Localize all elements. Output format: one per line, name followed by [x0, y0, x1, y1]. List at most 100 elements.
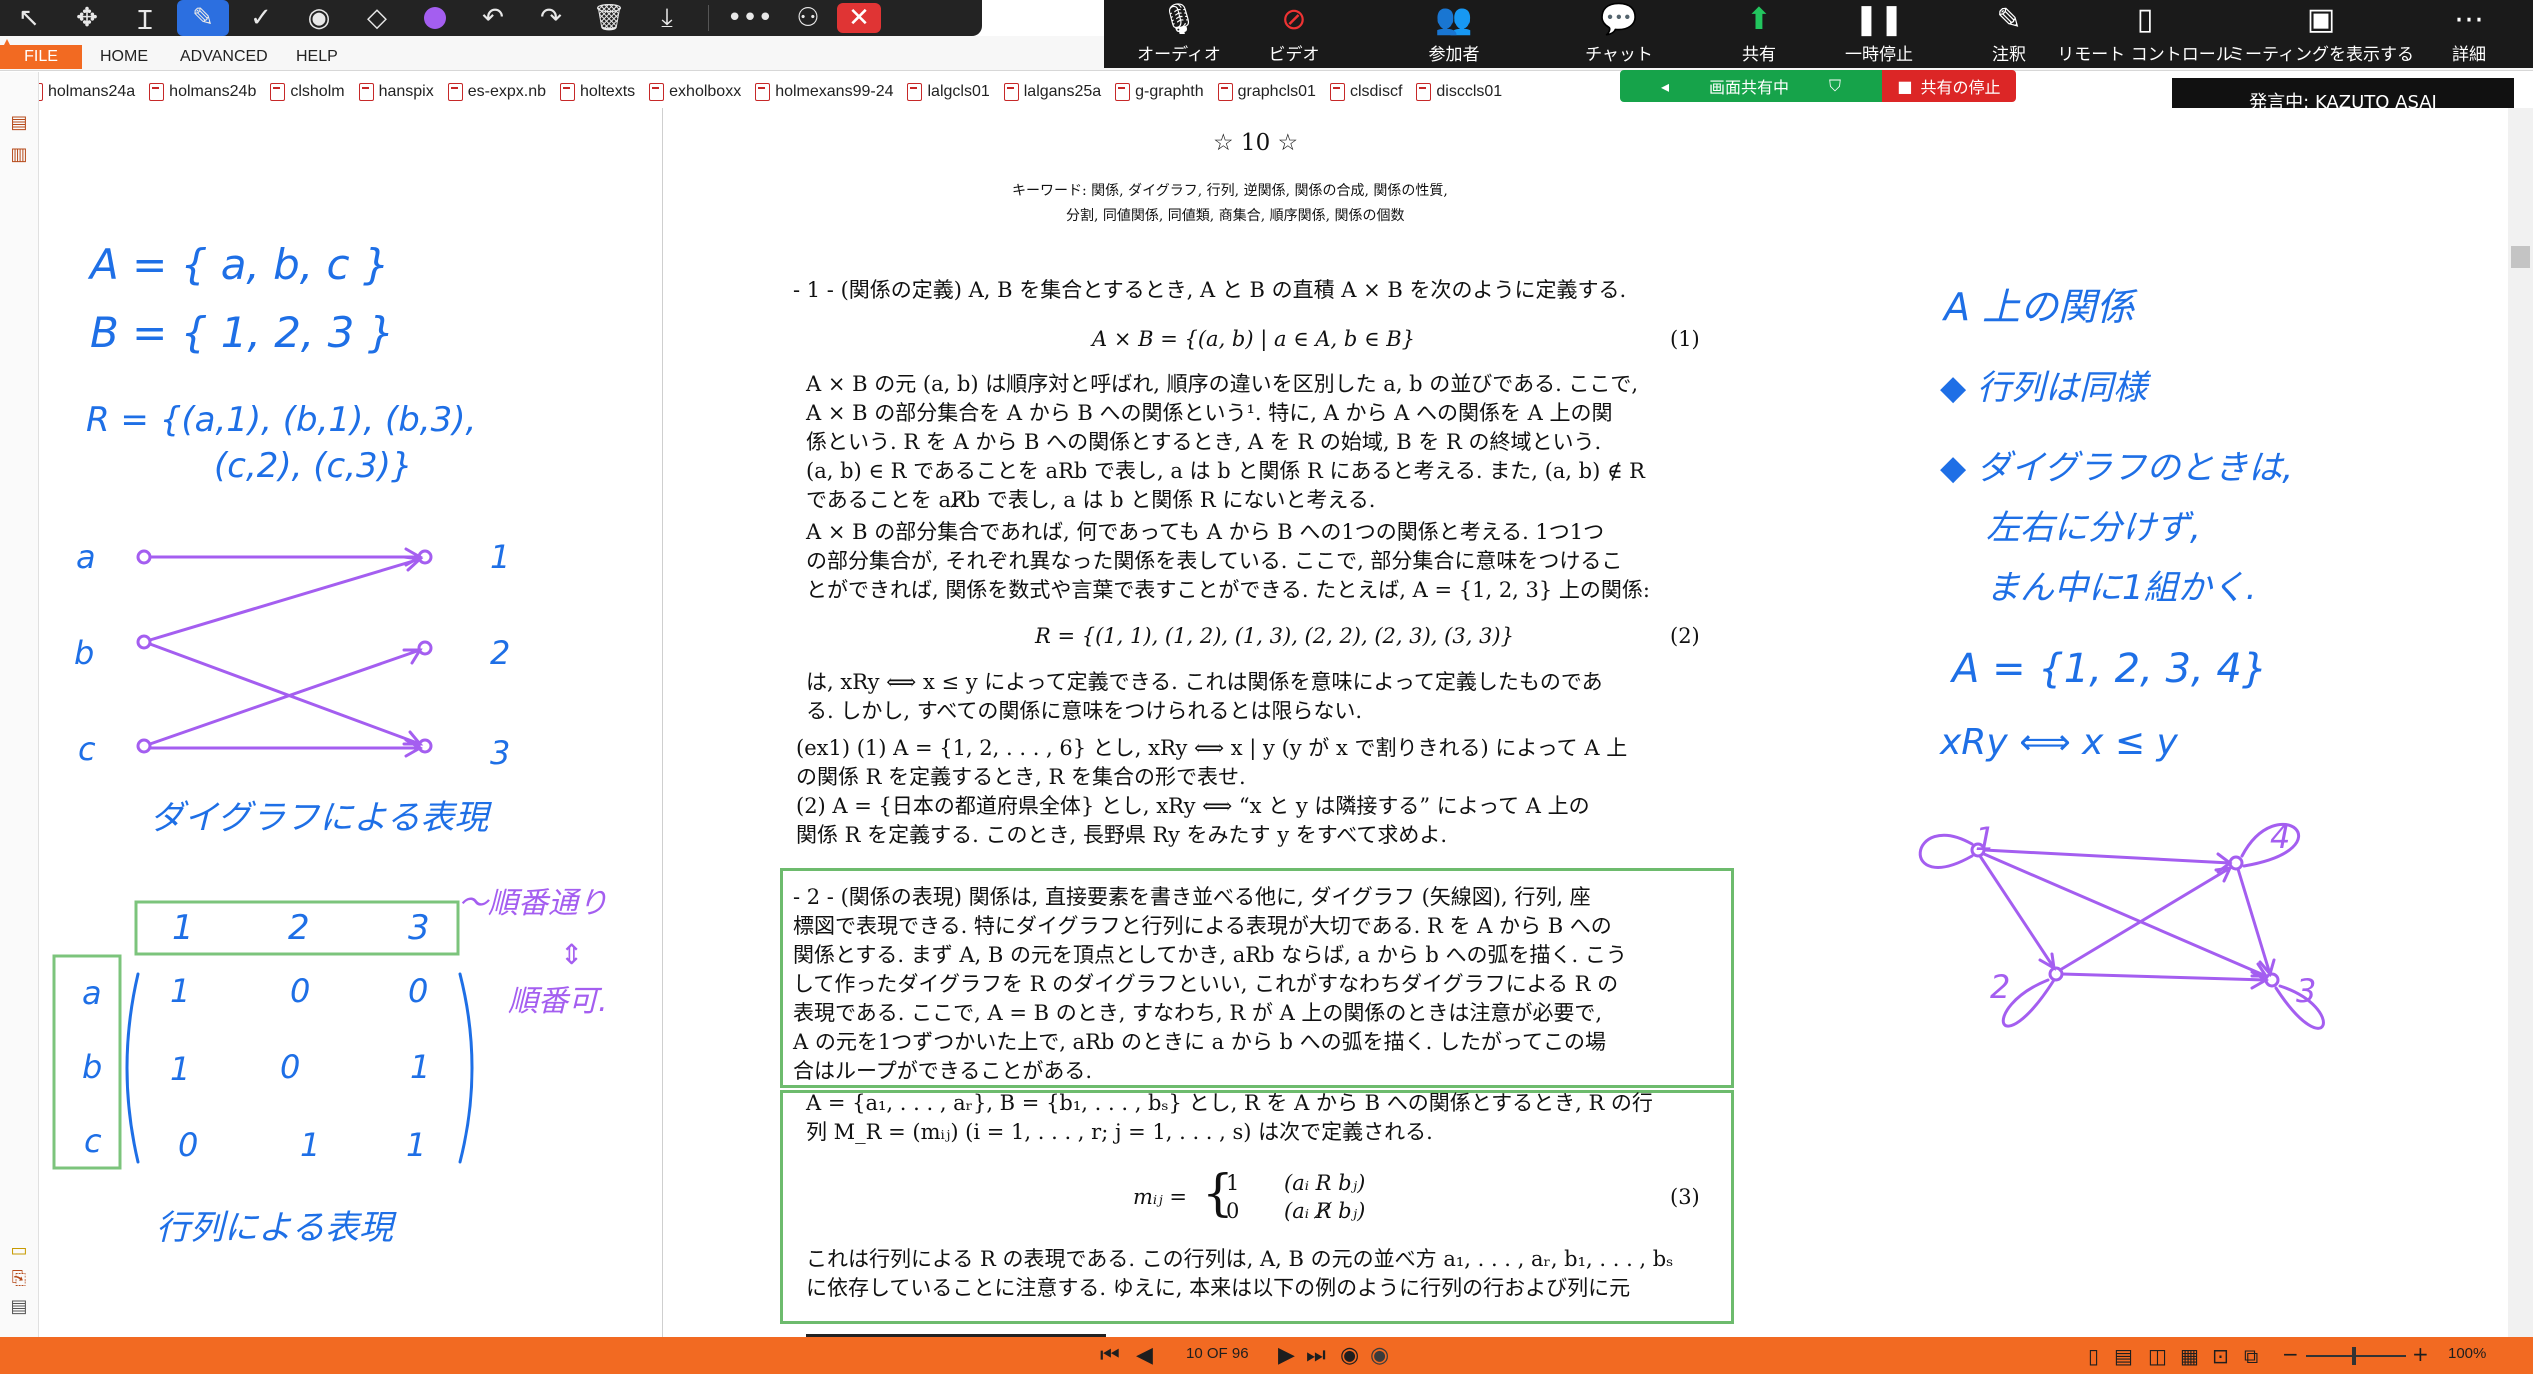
scrollbar-thumb[interactable]: [2511, 246, 2530, 268]
bookmark-tab[interactable]: holtexts: [560, 83, 635, 101]
bookmark-tab[interactable]: holmexans99-24: [755, 83, 893, 101]
back-icon[interactable]: ◉: [1340, 1343, 1359, 1368]
hw-m11: 1: [170, 972, 191, 1010]
pdf-file-icon: [1217, 83, 1233, 101]
bookmark-panel-icon[interactable]: ▤: [8, 112, 30, 134]
page-title: ☆ 10 ☆: [1213, 130, 1299, 156]
paragraph-line: とができれば, 関係を数式や言葉で表すことができる. たとえば, A = {1,…: [806, 578, 1650, 602]
zoom-slider-track[interactable]: [2306, 1355, 2406, 1357]
bookmark-tab[interactable]: es-expx.nb: [447, 83, 546, 101]
bookmark-tab[interactable]: holmans24a: [28, 83, 135, 101]
close-icon[interactable]: ✕: [837, 3, 881, 33]
equation-1: A × B = {(a, b) | a ∈ A, b ∈ B}: [1092, 327, 1416, 351]
hw-node-1: 1: [490, 538, 511, 576]
forward-icon[interactable]: ◉: [1370, 1343, 1389, 1368]
color-dot-icon[interactable]: [406, 0, 464, 36]
zoom-slider-handle[interactable]: [2352, 1347, 2356, 1365]
left-ink-drawing: [52, 547, 474, 1170]
bookmark-tab[interactable]: disccls01: [1416, 83, 1502, 101]
annotate-button[interactable]: ✎ 注釈: [1964, 0, 2054, 68]
matrix-definition: A = {a₁, . . . , aᵣ}, B = {b₁, . . . , b…: [806, 1089, 1653, 1147]
bookmark-tab-label: hanspix: [378, 83, 434, 100]
move-icon[interactable]: ✥: [58, 0, 116, 36]
facing-view-icon[interactable]: ◫: [2148, 1344, 2167, 1368]
remote-control-label: リモート コントロール: [2057, 45, 2233, 65]
first-page-icon[interactable]: ⏮: [1100, 1343, 1120, 1368]
hw-row-a: a: [82, 974, 102, 1012]
bookmark-tab[interactable]: holmans24b: [149, 83, 256, 101]
bookmark-tab[interactable]: lalgans25a: [1003, 83, 1101, 101]
bookmark-tab[interactable]: hanspix: [358, 83, 434, 101]
microphone-icon: 🎙: [1159, 2, 1199, 37]
bookmark-tab[interactable]: g-graphth: [1115, 83, 1204, 101]
attachment-icon[interactable]: ⎘: [8, 1268, 30, 1290]
menu-file[interactable]: FILE: [0, 45, 82, 69]
bookmark-tab[interactable]: clsdiscf: [1329, 83, 1403, 101]
menu-help[interactable]: HELP: [296, 48, 338, 66]
participants-button[interactable]: 👥 参加者: [1404, 0, 1504, 68]
more-icon[interactable]: •••: [721, 0, 779, 36]
menu-home[interactable]: HOME: [100, 48, 148, 66]
last-page-icon[interactable]: ⏭: [1306, 1343, 1326, 1368]
section2-paragraph: - 2 - (関係の表現) 関係は, 直接要素を書き並べる他に, ダイグラフ (…: [793, 883, 1627, 1086]
audio-button[interactable]: 🎙 オーディオ: [1124, 0, 1234, 68]
fit-width-icon[interactable]: ⊡: [2212, 1344, 2229, 1368]
remote-control-button[interactable]: ▯ リモート コントロール: [2057, 0, 2232, 68]
text-cursor-icon[interactable]: Ｉ: [116, 0, 174, 36]
single-page-view-icon[interactable]: ▯: [2088, 1344, 2099, 1368]
pen-icon[interactable]: ✎: [177, 0, 229, 36]
bookmark-tab[interactable]: clsholm: [270, 83, 345, 101]
section2-line: 表現である. ここで, A = B のとき, すなわち, R が A 上の関係の…: [793, 1001, 1603, 1025]
sharing-indicator[interactable]: ◂ 画面共有中 ⛉: [1620, 70, 1882, 102]
page-indicator[interactable]: 10 OF 96: [1186, 1345, 1249, 1362]
next-page-icon[interactable]: ▶: [1278, 1343, 1295, 1368]
keywords-line-2: 分割, 同値関係, 同値類, 商集合, 順序関係, 関係の個数: [1066, 208, 1405, 224]
chat-button[interactable]: 💬 チャット: [1564, 0, 1674, 68]
hw-right-relation: xRy ⟺ x ≤ y: [1940, 722, 2178, 763]
zoom-out-icon[interactable]: −: [2282, 1342, 2299, 1366]
fullscreen-icon[interactable]: ⧉: [2244, 1344, 2258, 1368]
share-user-icon[interactable]: ⚇: [779, 0, 837, 36]
equation-3-lhs: mᵢⱼ =: [1133, 1185, 1187, 1209]
bookmark-tab[interactable]: graphcls01: [1217, 83, 1316, 101]
share-button[interactable]: ⬆ 共有: [1714, 0, 1804, 68]
share-label: 共有: [1742, 45, 1776, 65]
matrix-definition-line: A = {a₁, . . . , aᵣ}, B = {b₁, . . . , b…: [806, 1091, 1653, 1115]
hw-m33: 1: [406, 1126, 427, 1164]
zoom-level[interactable]: 100%: [2448, 1345, 2486, 1362]
eraser-icon[interactable]: ◇: [348, 0, 406, 36]
stop-share-button[interactable]: ■ 共有の停止: [1882, 70, 2016, 102]
continuous-view-icon[interactable]: ▤: [2114, 1344, 2133, 1368]
video-label: ビデオ: [1268, 45, 1320, 65]
zoom-in-icon[interactable]: +: [2412, 1342, 2429, 1366]
download-icon[interactable]: ⤓: [638, 0, 696, 36]
paragraph-3: は, xRy ⟺ x ≤ y によって定義できる. これは関係を意味によって定義…: [806, 668, 1603, 726]
prev-page-icon[interactable]: ◀: [1136, 1343, 1153, 1368]
pause-button[interactable]: ❚❚ 一時停止: [1824, 0, 1934, 68]
check-icon[interactable]: ✓: [232, 0, 290, 36]
continuous-facing-view-icon[interactable]: ▦: [2180, 1344, 2199, 1368]
hw-m13: 0: [408, 972, 429, 1010]
hw-matrix-caption: 行列による表現: [156, 1208, 393, 1248]
matrix-definition-line: 列 M_R = (mᵢⱼ) (i = 1, . . . , r; j = 1, …: [806, 1120, 1433, 1144]
show-meeting-button[interactable]: ▣ ミーティングを表示する: [2228, 0, 2414, 68]
bookmark-tab-label: clsdiscf: [1349, 83, 1403, 100]
select-arrow-icon[interactable]: ↖: [0, 0, 58, 36]
bookmark-tab[interactable]: lalgcls01: [907, 83, 990, 101]
comment-icon[interactable]: ▭: [8, 1240, 30, 1262]
menu-advanced[interactable]: ADVANCED: [180, 48, 268, 66]
layer-icon[interactable]: ▤: [8, 1296, 30, 1318]
redo-icon[interactable]: ↷: [522, 0, 580, 36]
exercise-line: (2) A = {日本の都道府県全体} とし, xRy ⟺ “x と y は隣接…: [796, 794, 1590, 818]
undo-icon[interactable]: ↶: [464, 0, 522, 36]
trash-icon[interactable]: 🗑: [580, 0, 638, 36]
stop-square-icon: ■: [1897, 76, 1913, 96]
bookmark-tab[interactable]: exholboxx: [649, 83, 741, 101]
page-thumbnail-icon[interactable]: ▥: [8, 144, 30, 166]
video-button[interactable]: ⊘ ビデオ: [1244, 0, 1344, 68]
more-button[interactable]: ⋯ 詳細: [2434, 0, 2504, 68]
stamp-icon[interactable]: ◉: [290, 0, 348, 36]
hw-m21: 1: [170, 1050, 191, 1088]
paragraph-line: る. しかし, すべての関係に意味をつけられるとは限らない.: [806, 699, 1363, 723]
scrollbar[interactable]: [2508, 108, 2533, 1337]
